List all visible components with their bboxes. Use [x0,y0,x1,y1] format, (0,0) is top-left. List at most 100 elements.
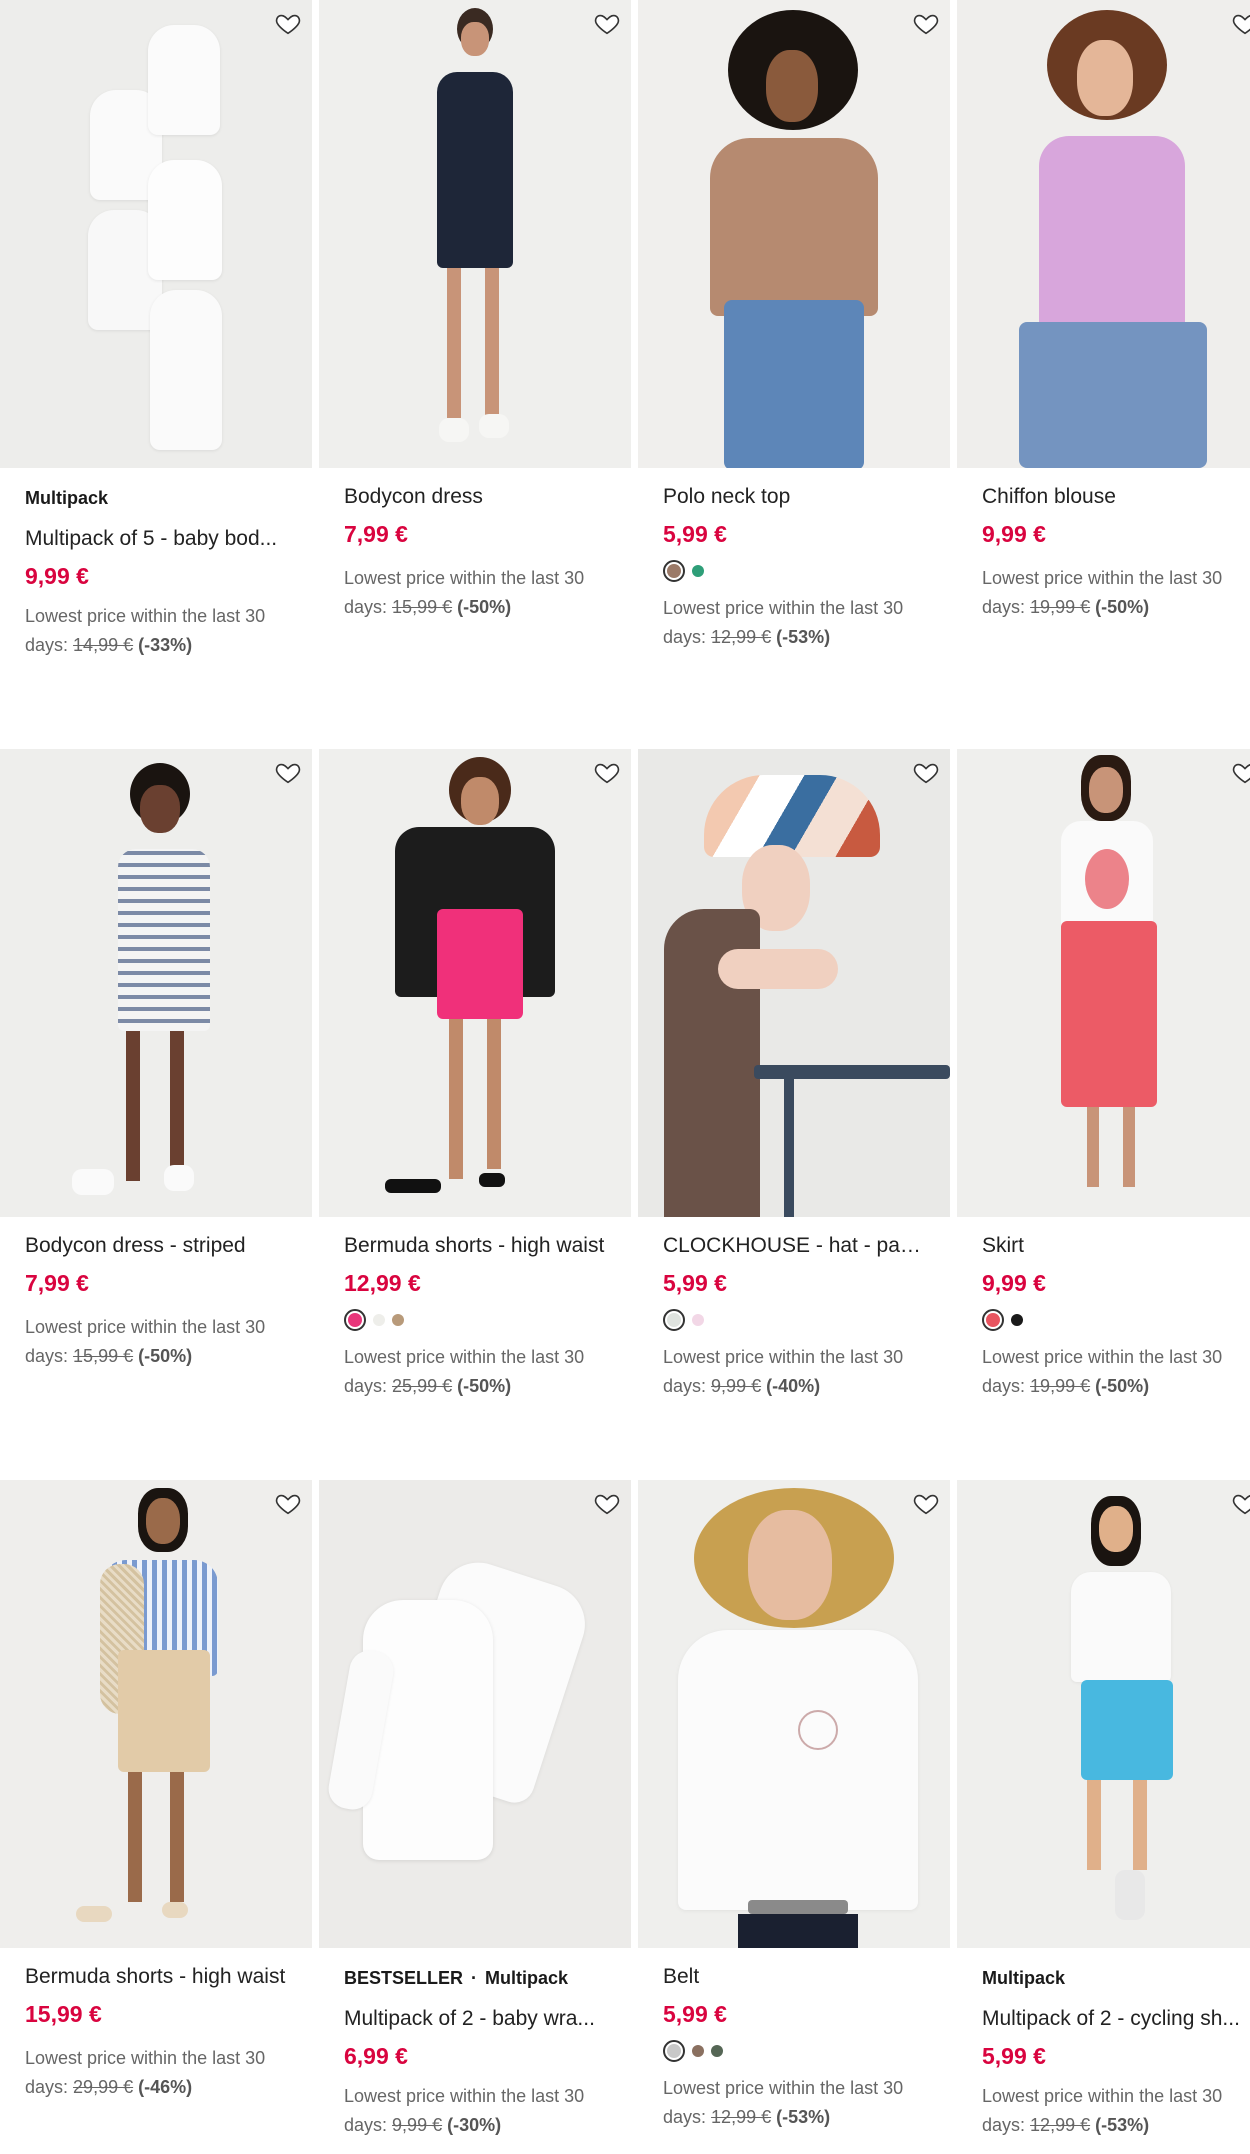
product-price: 9,99 € [982,1270,1046,1296]
lowest-price-note: Lowest price within the last 30 days: 12,… [982,2086,1223,2135]
discount-percent: (-50%) [457,597,512,617]
favourite-heart-icon[interactable] [912,10,940,38]
color-swatch-selected[interactable] [663,560,685,582]
color-swatches [663,2040,925,2062]
product-price: 9,99 € [982,521,1046,547]
product-image[interactable] [319,1480,631,1948]
product-name[interactable]: Bermuda shorts - high waist [25,1964,287,1990]
product-image[interactable] [0,749,312,1217]
product-card[interactable]: Multipack Multipack of 5 - baby bod... 9… [0,0,312,660]
product-price: 5,99 € [663,2001,727,2027]
favourite-heart-icon[interactable] [912,759,940,787]
product-name[interactable]: Skirt [982,1233,1244,1259]
favourite-heart-icon[interactable] [1231,1490,1250,1518]
color-swatches [344,1309,606,1331]
color-swatch[interactable] [1011,1314,1023,1326]
product-name[interactable]: Multipack of 5 - baby bod... [25,526,287,552]
product-tagline: Multipack [25,488,109,508]
product-image[interactable] [957,1480,1250,1948]
product-price: 7,99 € [25,1270,89,1296]
old-price: 15,99 € [73,1346,134,1366]
product-image[interactable] [0,0,312,468]
color-swatch[interactable] [711,2045,723,2057]
color-swatch[interactable] [692,2045,704,2057]
favourite-heart-icon[interactable] [274,1490,302,1518]
product-price: 15,99 € [25,2001,102,2027]
product-image[interactable] [319,0,631,468]
discount-percent: (-53%) [776,627,831,647]
lowest-price-note: Lowest price within the last 30 days: 12,… [663,2078,904,2127]
product-image[interactable] [638,0,950,468]
discount-percent: (-33%) [138,635,193,655]
product-image[interactable] [957,0,1250,468]
lowest-price-note: Lowest price within the last 30 days: 25,… [344,1347,585,1396]
product-info: Chiffon blouse 9,99 € Lowest price withi… [957,468,1250,622]
color-swatch-selected[interactable] [663,1309,685,1331]
product-name[interactable]: Bodycon dress - striped [25,1233,287,1259]
color-swatch[interactable] [373,1314,385,1326]
old-price: 15,99 € [392,597,453,617]
product-name[interactable]: Multipack of 2 - cycling sh... [982,2006,1244,2032]
product-card[interactable]: Multipack Multipack of 2 - cycling sh...… [957,1480,1250,2140]
product-info: Multipack Multipack of 2 - cycling sh...… [957,1948,1250,2140]
product-info: Polo neck top 5,99 € Lowest price within… [638,468,950,652]
discount-percent: (-30%) [447,2115,502,2135]
product-price: 6,99 € [344,2043,408,2069]
product-image[interactable] [638,1480,950,1948]
favourite-heart-icon[interactable] [912,1490,940,1518]
product-name[interactable]: CLOCKHOUSE - hat - patt... [663,1233,925,1259]
product-card[interactable]: Bermuda shorts - high waist 12,99 € Lowe… [319,749,631,1401]
favourite-heart-icon[interactable] [274,759,302,787]
favourite-heart-icon[interactable] [593,759,621,787]
product-name[interactable]: Polo neck top [663,484,925,510]
lowest-price-note: Lowest price within the last 30 days: 19,… [982,1347,1223,1396]
favourite-heart-icon[interactable] [1231,759,1250,787]
product-image[interactable] [638,749,950,1217]
color-swatch[interactable] [692,565,704,577]
product-name[interactable]: Bermuda shorts - high waist [344,1233,606,1259]
product-name[interactable]: Belt [663,1964,925,1990]
favourite-heart-icon[interactable] [1231,10,1250,38]
product-card[interactable]: CLOCKHOUSE - hat - patt... 5,99 € Lowest… [638,749,950,1401]
product-card[interactable]: BESTSELLER · Multipack Multipack of 2 - ba… [319,1480,631,2140]
color-swatch[interactable] [392,1314,404,1326]
discount-percent: (-53%) [1095,2115,1150,2135]
product-image[interactable] [0,1480,312,1948]
color-swatches [982,1309,1244,1331]
color-swatch-selected[interactable] [982,1309,1004,1331]
product-card[interactable]: Chiffon blouse 9,99 € Lowest price withi… [957,0,1250,622]
product-name[interactable]: Multipack of 2 - baby wra... [344,2006,606,2032]
product-info: Bermuda shorts - high waist 15,99 € Lowe… [0,1948,312,2102]
product-name[interactable]: Bodycon dress [344,484,606,510]
product-info: Skirt 9,99 € Lowest price within the las… [957,1217,1250,1401]
old-price: 12,99 € [711,2107,772,2127]
favourite-heart-icon[interactable] [274,10,302,38]
product-card[interactable]: Polo neck top 5,99 € Lowest price within… [638,0,950,652]
lowest-price-note: Lowest price within the last 30 days: 15,… [344,568,585,617]
favourite-heart-icon[interactable] [593,1490,621,1518]
product-card[interactable]: Bermuda shorts - high waist 15,99 € Lowe… [0,1480,312,2102]
product-price: 7,99 € [344,521,408,547]
product-tagline: BESTSELLER · Multipack [344,1968,569,1988]
lowest-price-note: Lowest price within the last 30 days: 12,… [663,598,904,647]
product-card[interactable]: Bodycon dress - striped 7,99 € Lowest pr… [0,749,312,1371]
bestseller-badge: BESTSELLER [344,1968,464,1988]
discount-percent: (-50%) [1095,1376,1150,1396]
old-price: 25,99 € [392,1376,453,1396]
favourite-heart-icon[interactable] [593,10,621,38]
product-card[interactable]: Skirt 9,99 € Lowest price within the las… [957,749,1250,1401]
color-swatch-selected[interactable] [344,1309,366,1331]
product-card[interactable]: Bodycon dress 7,99 € Lowest price within… [319,0,631,622]
lowest-price-note: Lowest price within the last 30 days: 9,9… [663,1347,904,1396]
product-image[interactable] [957,749,1250,1217]
color-swatch-selected[interactable] [663,2040,685,2062]
old-price: 14,99 € [73,635,134,655]
product-info: Belt 5,99 € Lowest price within the last… [638,1948,950,2132]
color-swatch[interactable] [692,1314,704,1326]
product-name[interactable]: Chiffon blouse [982,484,1244,510]
product-price: 12,99 € [344,1270,421,1296]
product-price: 5,99 € [663,521,727,547]
product-image[interactable] [319,749,631,1217]
multipack-badge: Multipack [485,1968,569,1988]
product-card[interactable]: Belt 5,99 € Lowest price within the last… [638,1480,950,2132]
